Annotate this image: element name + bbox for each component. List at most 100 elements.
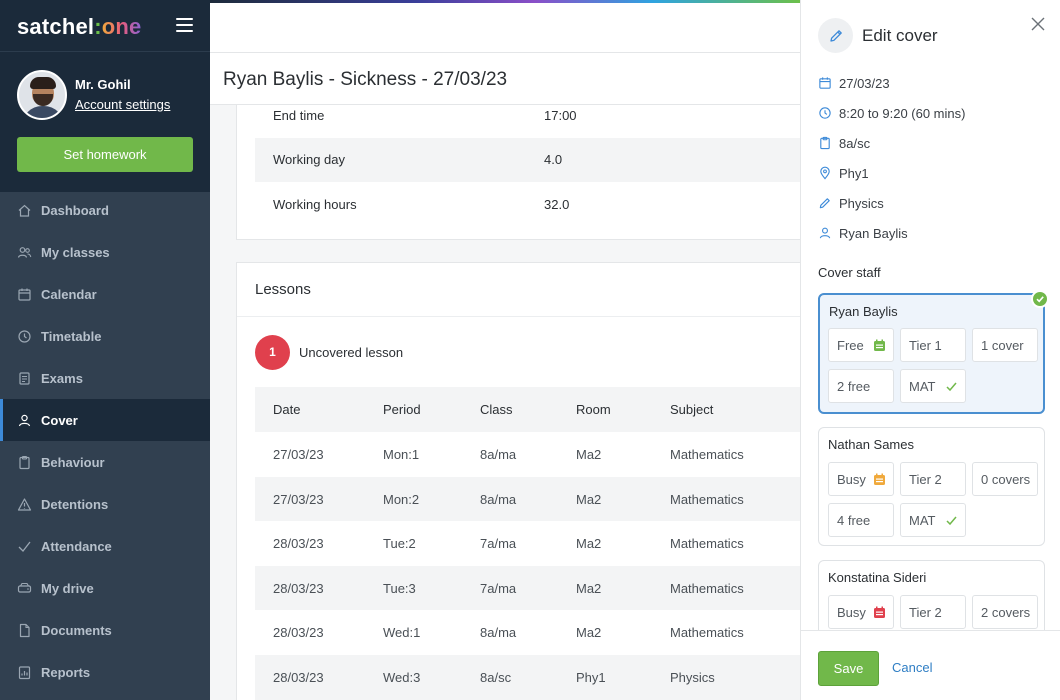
table-cell: Ma2 <box>576 580 602 596</box>
cover-info-text: 8:20 to 9:20 (60 mins) <box>839 105 966 121</box>
column-header[interactable]: Class <box>480 402 513 417</box>
table-cell: Mathematics <box>670 536 744 552</box>
table-row[interactable]: 28/03/23 Wed:3 8a/sc Phy1 Physics <box>255 654 815 700</box>
table-cell: 8a/ma <box>480 447 517 462</box>
detail-row-end-time: End time 17:00 <box>255 94 815 138</box>
table-cell: Wed:1 <box>383 625 421 641</box>
table-cell: 27/03/23 <box>273 447 324 462</box>
report-icon <box>17 665 32 680</box>
detail-value: 32.0 <box>544 197 570 212</box>
table-row[interactable]: 27/03/23 Mon:2 8a/ma Ma2 Mathematics <box>255 476 815 522</box>
detail-row-working-day: Working day 4.0 <box>255 138 815 182</box>
tier-chip-label: Tier 2 <box>909 604 942 620</box>
sidebar-item-my-classes[interactable]: My classes <box>0 231 210 273</box>
clipboard-icon <box>17 455 32 470</box>
table-cell: 28/03/23 <box>273 625 324 641</box>
table-cell: 8a/ma <box>480 625 517 641</box>
table-cell: Tue:3 <box>383 580 416 596</box>
lessons-title: Lessons <box>255 281 311 298</box>
availability-chip: Busy <box>828 595 894 629</box>
table-cell: Ma2 <box>576 447 602 462</box>
page-header <box>210 3 800 53</box>
availability-chip-label: Busy <box>837 471 866 487</box>
pencil-icon <box>818 18 853 53</box>
staff-name: Ryan Baylis <box>829 304 898 319</box>
save-button[interactable]: Save <box>818 651 879 686</box>
table-row[interactable]: 28/03/23 Tue:2 7a/ma Ma2 Mathematics <box>255 521 815 566</box>
lessons-table: Date Period Class Room Subject 27/03/23 Mon:1 8… <box>255 387 815 700</box>
sidebar-item-label: Reports <box>41 664 91 680</box>
availability-chip: Free <box>828 328 894 362</box>
app-logo[interactable]: satchel:one <box>17 14 141 40</box>
sidebar-item-reports[interactable]: Reports <box>0 651 210 693</box>
table-cell: 7a/ma <box>480 580 517 596</box>
sidebar-item-label: Behaviour <box>41 454 105 470</box>
tier-chip: Tier 1 <box>900 328 966 362</box>
free-periods-chip: 2 free <box>828 369 894 403</box>
free-periods-chip-label: 4 free <box>837 512 871 528</box>
sidebar-item-dashboard[interactable]: Dashboard <box>0 189 210 231</box>
cancel-button[interactable]: Cancel <box>892 660 932 675</box>
table-cell: Mathematics <box>670 447 744 462</box>
table-cell: 7a/ma <box>480 536 517 552</box>
avatar[interactable] <box>17 70 67 120</box>
covers-chip-label: 0 covers <box>981 471 1031 487</box>
document-icon <box>17 623 32 638</box>
warning-icon <box>17 497 32 512</box>
home-icon <box>17 203 32 218</box>
column-header[interactable]: Subject <box>670 402 713 417</box>
cover-info-row: 8a/sc <box>818 133 870 153</box>
panel-title: Edit cover <box>862 26 938 45</box>
cover-info-row: 27/03/23 <box>818 73 890 93</box>
sidebar-item-label: Timetable <box>41 328 102 344</box>
subject-chip-label: MAT <box>909 512 936 528</box>
sidebar-item-timetable[interactable]: Timetable <box>0 315 210 357</box>
table-cell: 8a/sc <box>480 669 512 685</box>
table-row[interactable]: 28/03/23 Wed:1 8a/ma Ma2 Mathematics <box>255 610 815 655</box>
sidebar-item-attendance[interactable]: Attendance <box>0 525 210 567</box>
selected-check-icon <box>1031 290 1049 308</box>
table-row[interactable]: 27/03/23 Mon:1 8a/ma Ma2 Mathematics <box>255 432 815 477</box>
person-icon <box>818 226 832 240</box>
person-icon <box>17 413 32 428</box>
clock-icon <box>818 106 832 120</box>
menu-icon[interactable] <box>176 18 193 32</box>
staff-name: Nathan Sames <box>828 437 914 452</box>
sidebar-item-cover[interactable]: Cover <box>0 399 210 441</box>
panel-body[interactable]: Edit cover 27/03/23 8:20 to 9:20 (60 mins… <box>801 0 1060 630</box>
covers-chip: 1 cover <box>972 328 1038 362</box>
column-header[interactable]: Date <box>273 402 300 417</box>
account-settings-link[interactable]: Account settings <box>75 97 170 112</box>
table-cell: 28/03/23 <box>273 536 324 552</box>
cover-info-row: Phy1 <box>818 163 869 183</box>
table-header-row: Date Period Class Room Subject <box>255 387 815 432</box>
calendar-icon <box>17 287 32 302</box>
sidebar-item-my-drive[interactable]: My drive <box>0 567 210 609</box>
column-header[interactable]: Room <box>576 402 611 417</box>
edit-cover-panel: Edit cover 27/03/23 8:20 to 9:20 (60 mins… <box>800 0 1060 700</box>
column-header[interactable]: Period <box>383 402 421 417</box>
sidebar-item-detentions[interactable]: Detentions <box>0 483 210 525</box>
tier-chip: Tier 2 <box>900 595 966 629</box>
staff-card[interactable]: Ryan Baylis Free Tier 1 1 cover 2 free MAT <box>818 293 1045 414</box>
table-cell: 27/03/23 <box>273 491 324 507</box>
close-icon[interactable] <box>1030 16 1046 32</box>
calendar-status-icon <box>873 473 886 486</box>
tier-chip-label: Tier 2 <box>909 471 942 487</box>
availability-chip-label: Free <box>837 337 864 353</box>
sidebar-item-calendar[interactable]: Calendar <box>0 273 210 315</box>
table-cell: Ma2 <box>576 491 602 507</box>
divider <box>237 316 817 317</box>
staff-name: Konstatina Sideri <box>828 570 927 585</box>
sidebar-item-documents[interactable]: Documents <box>0 609 210 651</box>
table-cell: 28/03/23 <box>273 580 324 596</box>
staff-card[interactable]: Nathan Sames Busy Tier 2 0 covers 4 free MAT <box>818 427 1045 546</box>
covers-chip-label: 2 covers <box>981 604 1031 620</box>
staff-card[interactable]: Konstatina Sideri Busy Tier 2 2 covers <box>818 560 1045 630</box>
sidebar-item-behaviour[interactable]: Behaviour <box>0 441 210 483</box>
sidebar-item-exams[interactable]: Exams <box>0 357 210 399</box>
table-row[interactable]: 28/03/23 Tue:3 7a/ma Ma2 Mathematics <box>255 565 815 611</box>
sidebar-item-label: Exams <box>41 370 83 386</box>
set-homework-button[interactable]: Set homework <box>17 137 193 172</box>
table-cell: 28/03/23 <box>273 669 324 685</box>
